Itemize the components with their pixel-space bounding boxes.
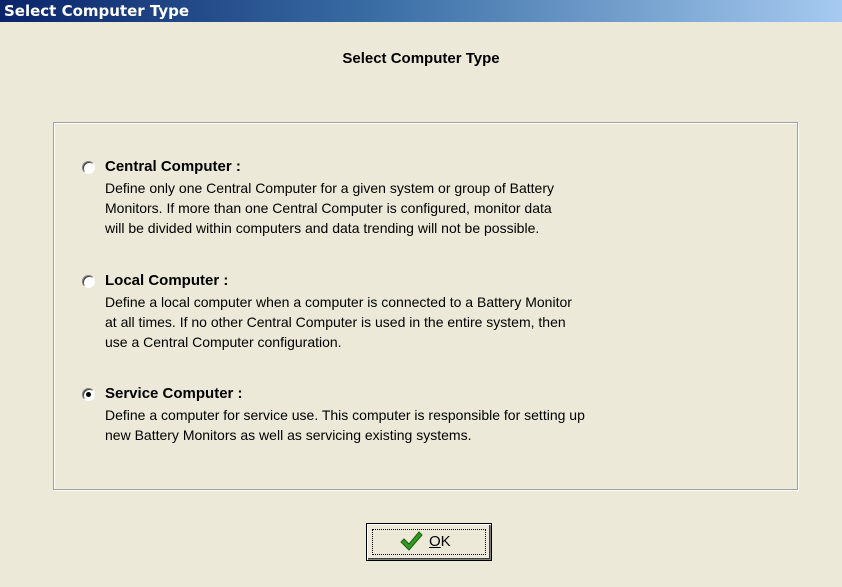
option-label[interactable]: Service Computer : — [105, 385, 243, 402]
option-description: Define only one Central Computer for a g… — [105, 178, 785, 238]
description-line: Define a computer for service use. This … — [105, 407, 585, 423]
ok-button[interactable]: OK — [366, 523, 492, 561]
radio-service-computer[interactable] — [82, 388, 95, 401]
description-line: Define a local computer when a computer … — [105, 294, 572, 310]
dialog-heading: Select Computer Type — [342, 50, 500, 67]
description-line: Define only one Central Computer for a g… — [105, 180, 554, 196]
radio-central-computer[interactable] — [82, 161, 95, 174]
description-line: Monitors. If more than one Central Compu… — [105, 200, 552, 216]
ok-mnemonic: O — [429, 533, 441, 550]
window-title: Select Computer Type — [4, 2, 190, 20]
description-line: at all times. If no other Central Comput… — [105, 314, 566, 330]
checkmark-icon — [400, 531, 423, 551]
ok-label-rest: K — [440, 533, 451, 550]
dialog-window: Select Computer Type Select Computer Typ… — [0, 0, 842, 587]
description-line: new Battery Monitors as well as servicin… — [105, 427, 472, 443]
ok-button-label: OK — [429, 533, 451, 550]
title-bar[interactable]: Select Computer Type — [0, 0, 842, 22]
radio-local-computer[interactable] — [82, 275, 95, 288]
option-label[interactable]: Local Computer : — [105, 272, 228, 289]
option-label[interactable]: Central Computer : — [105, 158, 241, 175]
option-description: Define a local computer when a computer … — [105, 292, 785, 352]
description-line: will be divided within computers and dat… — [105, 220, 540, 236]
description-line: use a Central Computer configuration. — [105, 334, 342, 350]
option-description: Define a computer for service use. This … — [105, 405, 785, 445]
